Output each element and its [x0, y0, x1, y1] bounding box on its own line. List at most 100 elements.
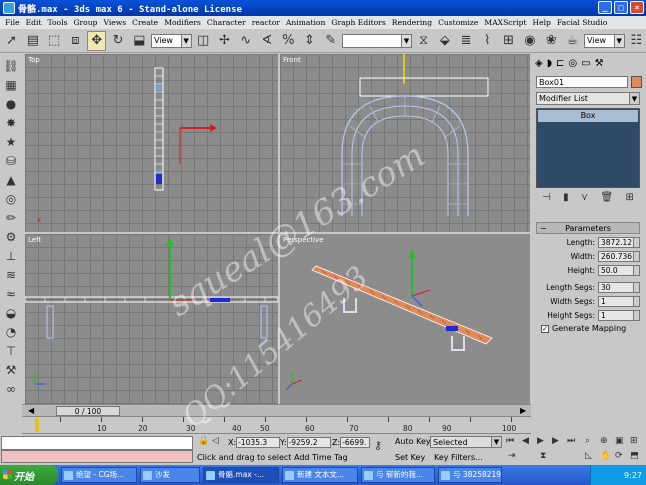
task-item-active[interactable]: 骨骼.max -... — [203, 467, 279, 483]
select-name-icon[interactable]: ▤ — [23, 31, 42, 51]
next-key-icon[interactable]: ▶ — [552, 436, 559, 446]
wave-icon[interactable]: ≈ — [3, 286, 19, 302]
pan-icon[interactable]: ✋ — [600, 451, 611, 461]
tube-icon[interactable]: ◎ — [3, 191, 19, 207]
param-height-input[interactable]: 50.0 — [598, 264, 634, 276]
bones-icon[interactable]: ⛓ — [3, 58, 19, 74]
motion-tab-icon[interactable]: ◎ — [568, 58, 577, 69]
manipulate-icon[interactable]: ✢ — [215, 31, 234, 51]
render-view-select[interactable]: View ▼ — [584, 33, 625, 48]
modifier-list-select[interactable]: Modifier List ▼ — [536, 92, 640, 105]
set-key-button[interactable]: Set Key — [395, 453, 425, 462]
menu-modifiers[interactable]: Modifiers — [161, 18, 204, 27]
spinner-icon[interactable] — [634, 281, 640, 293]
start-button[interactable]: 开始 — [0, 465, 58, 485]
viewport-left[interactable]: Left — [25, 234, 278, 404]
task-item[interactable]: 绝望 - CG场... — [61, 467, 137, 483]
time-config-icon[interactable]: ⧗ — [540, 451, 546, 461]
task-item[interactable]: 与 崭新的我... — [361, 467, 435, 483]
remove-modifier-icon[interactable]: 🗑 — [600, 192, 613, 206]
menu-customize[interactable]: Customize — [435, 18, 481, 27]
mirror-icon[interactable]: ⧖ — [414, 31, 433, 51]
absolute-mode-icon[interactable]: ◁ — [212, 436, 219, 446]
menu-tools[interactable]: Tools — [45, 18, 71, 27]
maximize-viewport-icon[interactable]: ⬒ — [630, 451, 639, 461]
orbit-icon[interactable]: ⟳ — [615, 451, 623, 461]
close-button[interactable]: × — [630, 1, 644, 14]
task-item[interactable]: 新建 文本文... — [282, 467, 358, 483]
spinner-snap-icon[interactable]: ⇕ — [300, 31, 319, 51]
object-name-field[interactable]: Box01 — [536, 76, 628, 88]
pin-stack-icon[interactable]: ⊣ — [542, 192, 551, 206]
select-icon[interactable]: ➚ — [2, 31, 21, 51]
track-bar[interactable]: 10 20 30 40 50 60 70 80 90 100 — [22, 416, 531, 434]
viewport-perspective[interactable]: Perspective — [280, 234, 530, 404]
parameters-rollout[interactable]: − Parameters — [536, 222, 640, 234]
menu-facial-studio[interactable]: Facial Studio — [554, 18, 610, 27]
spinner-icon[interactable] — [634, 295, 640, 307]
key-mode-select[interactable]: Selected ▼ — [430, 436, 502, 448]
key-filters-button[interactable]: Key Filters... — [434, 453, 483, 462]
star-icon[interactable]: ★ — [3, 134, 19, 150]
hierarchy-icon[interactable]: ⊤ — [3, 343, 19, 359]
align-icon[interactable]: ⬙ — [435, 31, 454, 51]
stack-item-box[interactable]: Box — [538, 110, 638, 122]
prev-key-icon[interactable]: ◀ — [522, 436, 529, 446]
play-icon[interactable]: ▶ — [537, 436, 544, 446]
utility-icon[interactable]: ⚒ — [3, 362, 19, 378]
quick-render-icon[interactable]: ☕ — [563, 31, 582, 51]
named-selection-select[interactable]: ▼ — [342, 33, 412, 48]
menu-create[interactable]: Create — [129, 18, 161, 27]
auto-key-button[interactable]: Auto Key — [395, 437, 431, 446]
spinner-icon[interactable] — [634, 309, 640, 321]
material-editor-icon[interactable]: ◉ — [520, 31, 539, 51]
task-item[interactable]: 与 38258219... — [438, 467, 502, 483]
ref-coord-select[interactable]: View ▼ — [150, 33, 192, 48]
modify-tab-icon[interactable]: ◗ — [547, 58, 552, 69]
configure-sets-icon[interactable]: ⊞ — [625, 192, 633, 206]
utilities-tab-icon[interactable]: ⚒ — [595, 58, 604, 69]
gear-icon[interactable]: ⚙ — [3, 229, 19, 245]
y-coord-input[interactable]: -9259.2 — [286, 437, 331, 448]
display-tab-icon[interactable]: ▭ — [581, 58, 590, 69]
key-mode-icon[interactable]: ⇥ — [508, 451, 516, 461]
lock-icon[interactable]: 🔒 — [198, 436, 209, 446]
menu-group[interactable]: Group — [70, 18, 100, 27]
maximize-button[interactable]: □ — [614, 1, 628, 14]
x-coord-input[interactable]: -1035.3 — [236, 437, 281, 448]
menu-views[interactable]: Views — [101, 18, 130, 27]
sphere-icon[interactable]: ● — [3, 96, 19, 112]
param-length-segs-input[interactable]: 30 — [598, 281, 634, 293]
cone-icon[interactable]: ▲ — [3, 172, 19, 188]
menu-character[interactable]: Character — [204, 18, 249, 27]
generate-mapping-checkbox[interactable]: ✓ Generate Mapping — [541, 324, 626, 333]
prev-frame-icon[interactable]: ◀ — [28, 406, 34, 415]
param-height-segs-input[interactable]: 1 — [598, 309, 634, 321]
create-tab-icon[interactable]: ◈ — [535, 58, 543, 69]
cylinder-icon[interactable]: ⛁ — [3, 153, 19, 169]
maxscript-listener[interactable] — [1, 436, 193, 450]
render-scene-icon[interactable]: ❀ — [542, 31, 561, 51]
make-unique-icon[interactable]: ⋎ — [581, 192, 588, 206]
fov-icon[interactable]: ◺ — [585, 451, 592, 461]
checkbox-checked-icon[interactable]: ✓ — [541, 324, 549, 333]
goto-end-icon[interactable]: ⏭ — [567, 436, 575, 446]
zoom-extents-icon[interactable]: ▣ — [615, 436, 624, 446]
object-color-swatch[interactable] — [631, 76, 642, 88]
percent-snap-icon[interactable]: % — [279, 31, 298, 51]
layer-icon[interactable]: ≣ — [456, 31, 475, 51]
render-last-icon[interactable]: ☷ — [627, 31, 646, 51]
spinner-icon[interactable] — [634, 250, 640, 262]
move-icon[interactable]: ✥ — [87, 30, 107, 51]
link-icon[interactable]: ∞ — [3, 381, 19, 397]
snap-icon[interactable]: ∿ — [236, 31, 255, 51]
task-item[interactable]: 沙发 — [140, 467, 200, 483]
cube-icon[interactable]: ▦ — [3, 77, 19, 93]
curve-editor-icon[interactable]: ⌇ — [478, 31, 497, 51]
pivot-icon[interactable]: ◫ — [194, 31, 213, 51]
zoom-extents-all-icon[interactable]: ⊞ — [630, 436, 638, 446]
helper-icon[interactable]: ⊥ — [3, 248, 19, 264]
param-width-input[interactable]: 260.736 — [598, 250, 634, 262]
param-width-segs-input[interactable]: 1 — [598, 295, 634, 307]
next-frame-icon[interactable]: ▶ — [520, 406, 526, 415]
